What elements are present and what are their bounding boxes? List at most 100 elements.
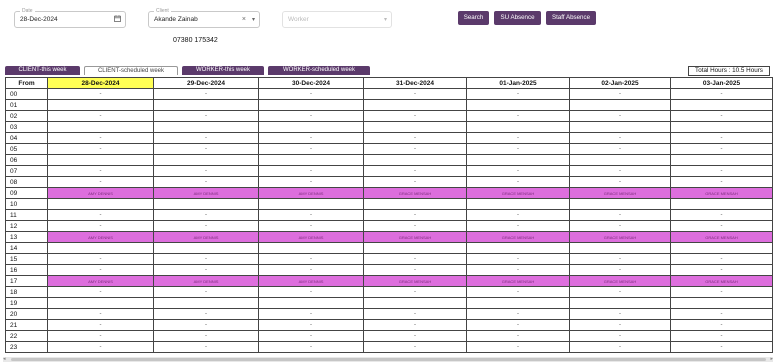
booking-cell[interactable]: AMY DENNIS	[153, 231, 259, 243]
schedule-cell[interactable]: -	[670, 341, 773, 353]
schedule-cell[interactable]: -	[569, 220, 671, 232]
worker-select[interactable]: Worker ▾	[282, 11, 392, 28]
schedule-cell[interactable]: -	[47, 308, 154, 320]
booking-cell[interactable]: GRACE MENSAH	[466, 275, 570, 287]
schedule-cell[interactable]	[153, 99, 259, 111]
tab-client-scheduled-week[interactable]: CLIENT-scheduled week	[84, 66, 178, 75]
schedule-cell[interactable]	[363, 198, 467, 210]
booking-cell[interactable]: GRACE MENSAH	[569, 187, 671, 199]
booking-cell[interactable]: AMY DENNIS	[258, 187, 364, 199]
booking-cell[interactable]: AMY DENNIS	[153, 187, 259, 199]
client-select[interactable]: Client Akande Zainab × ▾	[148, 7, 260, 28]
schedule-cell[interactable]	[258, 297, 364, 309]
schedule-cell[interactable]	[258, 154, 364, 166]
schedule-cell[interactable]: -	[670, 88, 773, 100]
tab-worker-scheduled-week[interactable]: WORKER-scheduled week	[268, 66, 370, 75]
chevron-down-icon[interactable]: ▾	[252, 16, 255, 24]
schedule-cell[interactable]: -	[363, 330, 467, 342]
schedule-cell[interactable]: -	[466, 132, 570, 144]
schedule-cell[interactable]: -	[47, 319, 154, 331]
schedule-cell[interactable]: -	[258, 330, 364, 342]
schedule-cell[interactable]: -	[47, 264, 154, 276]
schedule-cell[interactable]: -	[258, 143, 364, 155]
schedule-cell[interactable]: -	[569, 264, 671, 276]
schedule-cell[interactable]: -	[670, 110, 773, 122]
schedule-cell[interactable]: -	[153, 253, 259, 265]
schedule-cell[interactable]: -	[258, 286, 364, 298]
schedule-cell[interactable]: -	[47, 176, 154, 188]
su-absence-button[interactable]: SU Absence	[494, 11, 541, 25]
booking-cell[interactable]: AMY DENNIS	[47, 275, 154, 287]
schedule-cell[interactable]: -	[153, 143, 259, 155]
schedule-cell[interactable]	[466, 242, 570, 254]
schedule-cell[interactable]: -	[670, 165, 773, 177]
schedule-cell[interactable]	[47, 121, 154, 133]
schedule-cell[interactable]: -	[47, 341, 154, 353]
schedule-cell[interactable]	[466, 198, 570, 210]
booking-cell[interactable]: AMY DENNIS	[47, 187, 154, 199]
schedule-cell[interactable]: -	[670, 308, 773, 320]
booking-cell[interactable]: GRACE MENSAH	[670, 275, 773, 287]
schedule-cell[interactable]: -	[153, 209, 259, 221]
schedule-cell[interactable]	[363, 121, 467, 133]
schedule-cell[interactable]: -	[670, 264, 773, 276]
schedule-cell[interactable]	[258, 198, 364, 210]
schedule-cell[interactable]: -	[363, 264, 467, 276]
schedule-cell[interactable]: -	[153, 330, 259, 342]
schedule-cell[interactable]	[153, 242, 259, 254]
schedule-cell[interactable]: -	[670, 286, 773, 298]
schedule-cell[interactable]: -	[466, 319, 570, 331]
schedule-cell[interactable]	[153, 198, 259, 210]
schedule-cell[interactable]: -	[47, 220, 154, 232]
schedule-cell[interactable]: -	[153, 176, 259, 188]
schedule-cell[interactable]	[670, 242, 773, 254]
tab-worker-this-week[interactable]: WORKER-this week	[182, 66, 264, 75]
schedule-cell[interactable]: -	[258, 209, 364, 221]
schedule-cell[interactable]: -	[569, 209, 671, 221]
date-value[interactable]: 28-Dec-2024	[20, 16, 58, 23]
schedule-cell[interactable]: -	[670, 209, 773, 221]
schedule-cell[interactable]: -	[258, 88, 364, 100]
schedule-cell[interactable]: -	[670, 330, 773, 342]
schedule-cell[interactable]	[569, 154, 671, 166]
schedule-cell[interactable]: -	[466, 176, 570, 188]
schedule-cell[interactable]: -	[153, 264, 259, 276]
booking-cell[interactable]: GRACE MENSAH	[569, 275, 671, 287]
schedule-cell[interactable]	[670, 297, 773, 309]
calendar-icon[interactable]	[114, 15, 121, 25]
scroll-left-icon[interactable]: ◂	[3, 357, 6, 362]
horizontal-scrollbar[interactable]: ◂ ▸	[3, 357, 773, 362]
schedule-cell[interactable]: -	[569, 330, 671, 342]
schedule-cell[interactable]: -	[153, 319, 259, 331]
booking-cell[interactable]: GRACE MENSAH	[466, 187, 570, 199]
schedule-cell[interactable]	[466, 121, 570, 133]
booking-cell[interactable]: GRACE MENSAH	[670, 187, 773, 199]
schedule-cell[interactable]: -	[363, 209, 467, 221]
schedule-cell[interactable]: -	[670, 220, 773, 232]
schedule-cell[interactable]: -	[569, 143, 671, 155]
schedule-cell[interactable]	[258, 242, 364, 254]
schedule-cell[interactable]: -	[153, 220, 259, 232]
schedule-cell[interactable]	[363, 297, 467, 309]
tab-client-this-week[interactable]: CLIENT-this week	[5, 66, 80, 75]
schedule-cell[interactable]: -	[569, 110, 671, 122]
schedule-cell[interactable]	[569, 198, 671, 210]
schedule-cell[interactable]	[363, 242, 467, 254]
schedule-cell[interactable]: -	[569, 308, 671, 320]
schedule-cell[interactable]: -	[670, 132, 773, 144]
scrollbar-thumb[interactable]	[11, 358, 766, 361]
schedule-cell[interactable]	[258, 121, 364, 133]
schedule-cell[interactable]: -	[47, 132, 154, 144]
schedule-cell[interactable]	[466, 154, 570, 166]
schedule-cell[interactable]: -	[47, 165, 154, 177]
schedule-cell[interactable]: -	[670, 319, 773, 331]
schedule-cell[interactable]: -	[258, 176, 364, 188]
schedule-cell[interactable]	[47, 297, 154, 309]
schedule-cell[interactable]: -	[670, 176, 773, 188]
schedule-cell[interactable]: -	[363, 143, 467, 155]
schedule-cell[interactable]: -	[363, 88, 467, 100]
schedule-cell[interactable]: -	[466, 308, 570, 320]
schedule-cell[interactable]	[47, 198, 154, 210]
schedule-cell[interactable]	[363, 154, 467, 166]
schedule-cell[interactable]	[670, 198, 773, 210]
